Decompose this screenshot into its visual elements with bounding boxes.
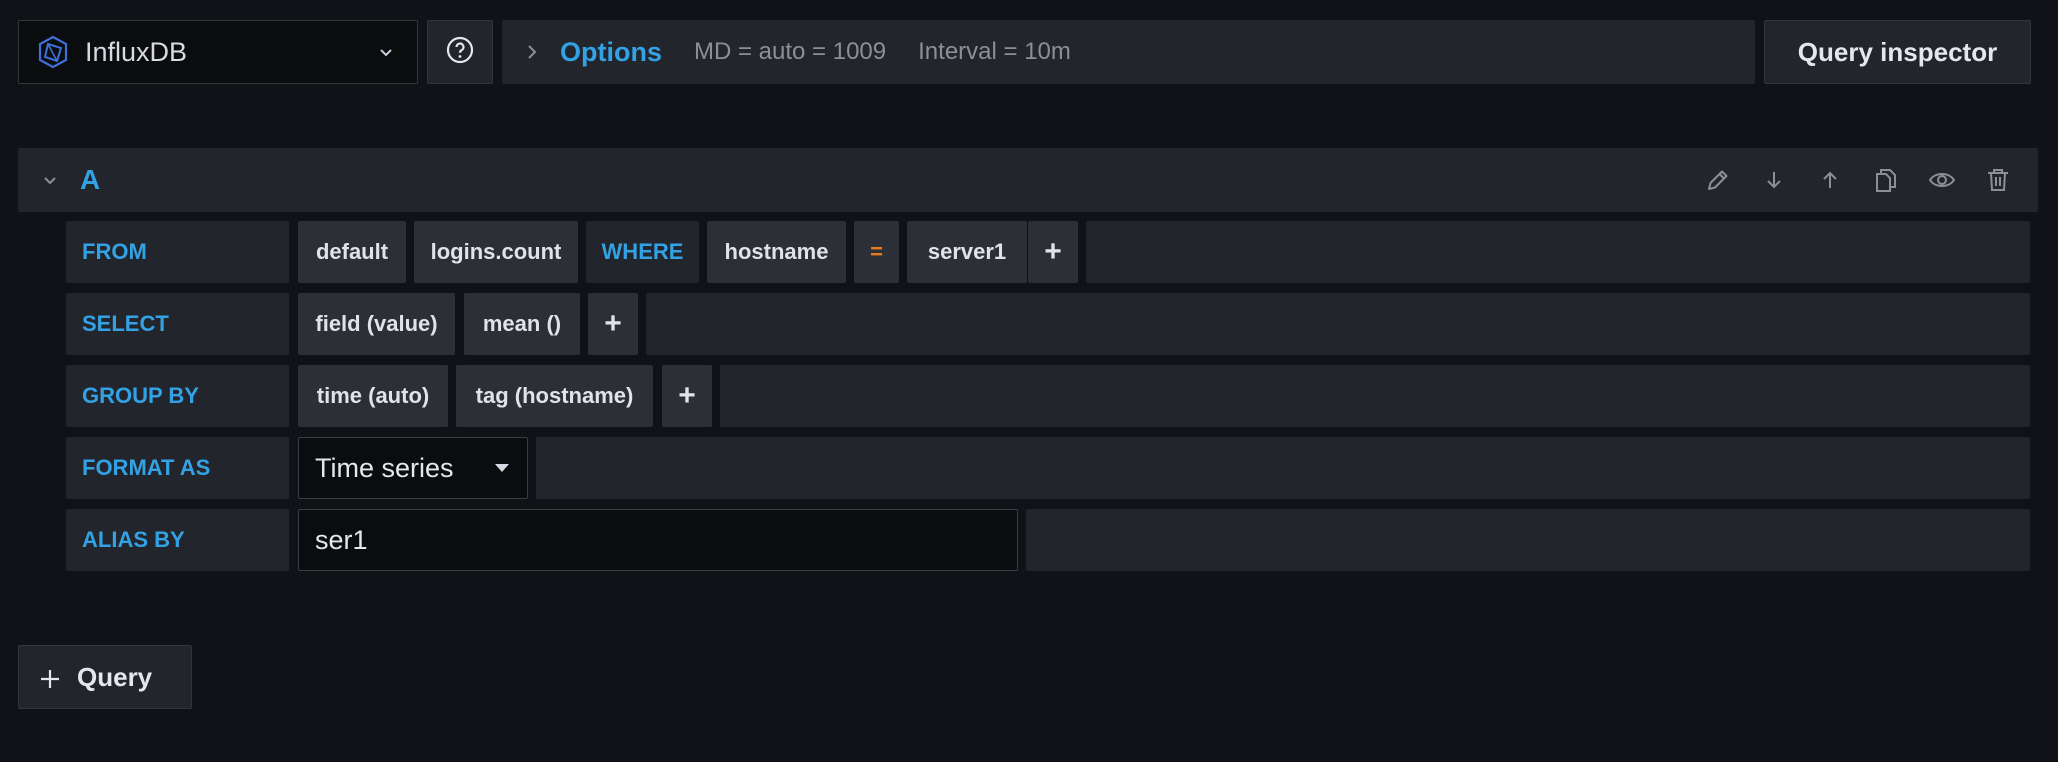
move-down-icon[interactable] (1746, 156, 1802, 204)
retention-policy-segment[interactable]: default (298, 221, 406, 283)
query-options-bar[interactable]: Options MD = auto = 1009 Interval = 10m (502, 20, 1755, 84)
help-button[interactable] (427, 20, 493, 84)
question-circle-icon (445, 35, 475, 70)
aggregation-segment[interactable]: mean () (464, 293, 580, 355)
add-select-button[interactable]: + (588, 293, 638, 355)
add-query-button[interactable]: Query (18, 645, 192, 709)
group-by-tag-segment[interactable]: tag (hostname) (456, 365, 653, 427)
options-label[interactable]: Options (560, 37, 662, 68)
group-by-time-segment[interactable]: time (auto) (298, 365, 448, 427)
select-label: SELECT (66, 293, 289, 355)
add-group-by-button[interactable]: + (662, 365, 712, 427)
trash-icon[interactable] (1970, 156, 2026, 204)
query-inspector-button[interactable]: Query inspector (1764, 20, 2031, 84)
eye-icon[interactable] (1914, 156, 1970, 204)
tag-key-segment[interactable]: hostname (707, 221, 846, 283)
group-by-row-filler (720, 365, 2030, 427)
influxdb-logo-icon (35, 34, 71, 70)
alias-by-label: ALIAS BY (66, 509, 289, 571)
add-query-label: Query (77, 661, 153, 692)
where-keyword: WHERE (586, 221, 699, 283)
format-as-label: FORMAT AS (66, 437, 289, 499)
query-ref-id[interactable]: A (80, 164, 100, 196)
datasource-name: InfluxDB (85, 36, 188, 67)
collapse-chevron-icon[interactable] (40, 170, 60, 190)
from-row-filler (1086, 221, 2030, 283)
format-as-select[interactable]: Time series (298, 437, 528, 499)
alias-by-row-filler (1026, 509, 2030, 571)
move-up-icon[interactable] (1802, 156, 1858, 204)
format-as-row-filler (536, 437, 2030, 499)
operator-segment[interactable]: = (854, 221, 899, 283)
select-row-filler (646, 293, 2030, 355)
tag-value-segment[interactable]: server1 (907, 221, 1027, 283)
alias-by-input[interactable] (298, 509, 1018, 571)
plus-icon (39, 666, 61, 688)
edit-icon[interactable] (1690, 156, 1746, 204)
duplicate-icon[interactable] (1858, 156, 1914, 204)
chevron-down-icon (377, 43, 395, 61)
add-filter-button[interactable]: + (1028, 221, 1078, 283)
measurement-segment[interactable]: logins.count (414, 221, 578, 283)
format-as-value: Time series (315, 452, 454, 483)
group-by-label: GROUP BY (66, 365, 289, 427)
query-actions (1690, 156, 2026, 204)
interval-info: Interval = 10m (918, 38, 1071, 65)
from-label: FROM (66, 221, 289, 283)
datasource-picker[interactable]: InfluxDB (18, 20, 418, 84)
caret-down-icon (495, 464, 509, 472)
chevron-right-icon (524, 44, 540, 60)
max-data-points-info: MD = auto = 1009 (694, 38, 887, 65)
field-segment[interactable]: field (value) (298, 293, 455, 355)
query-row-header: A (18, 148, 2038, 212)
